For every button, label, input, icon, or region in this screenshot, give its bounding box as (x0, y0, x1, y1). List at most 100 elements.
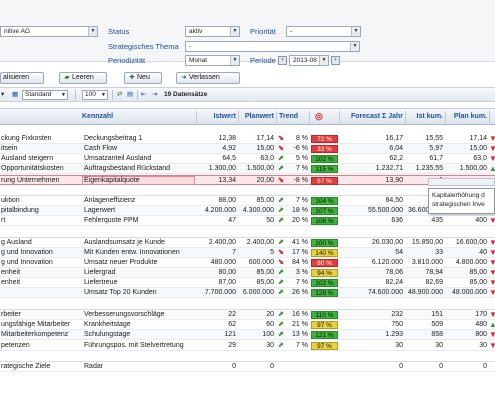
leeren-button[interactable]: ▰ Leeren (59, 72, 107, 84)
plan-kum-cell: 0 (483, 363, 487, 370)
periodizitaet-select[interactable]: Monat ▼ (185, 55, 240, 66)
last-page-icon[interactable]: ⇥ (152, 90, 157, 100)
trend-percent: 84 % (292, 259, 308, 266)
trend-up-icon: ⬈ (278, 239, 284, 246)
exit-icon: ➜ (181, 74, 187, 81)
goal-cell: itsein (1, 145, 18, 152)
table-row[interactable]: ungsfähige Mitarbeiter Krankheitstage 62 60… (0, 320, 495, 330)
status-badge: 115 % (311, 165, 338, 173)
col-planwert[interactable]: Planwert (238, 109, 274, 124)
dropdown-icon[interactable]: ▾ (1, 90, 4, 100)
tooltip: Kapitalerhöhung d strategischen Inve (428, 188, 495, 214)
trend-percent: 21 % (292, 321, 308, 328)
trend-percent: 7 % (295, 165, 308, 172)
table-row[interactable]: g Ausland Auslandsumsatz je Kunde 2.400,00… (0, 238, 495, 248)
kennzahl-cell: Auftragsbestand Rückstand (84, 165, 170, 172)
table-row[interactable]: petenzen Führungspos. mit Stelvertretung 2… (0, 341, 495, 351)
calendar-prev-icon[interactable]: ‹ (278, 56, 287, 65)
flag-down-icon: ▼ (489, 216, 495, 225)
ist-kum-cell: 78,94 (425, 269, 443, 276)
periode-value: 2013-08 (293, 57, 317, 64)
col-istwert[interactable]: Istwert (196, 109, 236, 124)
table-row[interactable]: pitalbindung Lagerwert 4.200.000 4.300.000 ⬈… (0, 206, 495, 216)
plan-kum-cell: 170 (475, 311, 487, 318)
record-count: 19 Datensätze (164, 91, 208, 98)
refresh-icon[interactable]: ⇄ (117, 90, 122, 100)
trend-cell: ⬈ 16 % (278, 310, 308, 319)
prioritaet-select[interactable]: - ▼ (286, 26, 361, 37)
forecast-cell: 62,2 (389, 155, 403, 162)
trend-up-icon: ⬈ (278, 289, 284, 296)
target-icon[interactable]: ◎ (315, 109, 331, 124)
ist-kum-cell: 858 (431, 331, 443, 338)
aktualisieren-button[interactable]: alisieren (0, 72, 44, 84)
periode-select[interactable]: 2013-08 ▼ (289, 55, 329, 66)
company-select[interactable]: nitive AG ▼ (0, 26, 98, 37)
kennzahl-cell: Liefertreue (84, 279, 118, 286)
status-select[interactable]: aktiv ▼ (185, 26, 240, 37)
kennzahl-cell: Eigenkapitalquote (84, 177, 140, 184)
trend-percent: -6 % (293, 145, 308, 152)
table-row[interactable]: ckung Fixkosten Deckungsbeitrag 1 12,38 17,… (0, 134, 495, 144)
trend-cell: ⬈ 13 % (278, 330, 308, 339)
plan-kum-cell: 85,00 (469, 269, 487, 276)
flag-down-icon: ▼ (489, 154, 495, 163)
flag-down-icon: ▼ (489, 288, 495, 297)
trend-percent: 7 % (295, 342, 308, 349)
flag-down-icon: ▼ (489, 341, 495, 350)
trend-percent: 13 % (292, 331, 308, 338)
forecast-cell: 74.600.000 (367, 289, 403, 296)
col-forecast[interactable]: Forecast Σ Jahr (340, 109, 403, 124)
neu-label: Neu (137, 74, 150, 81)
thema-select[interactable]: - ▼ (185, 41, 360, 52)
planwert-cell: 4.300.000 (242, 207, 274, 214)
group-separator (0, 300, 495, 310)
table-row[interactable]: rt Fehlerquote PPM 47 50 ⬈ 20 % 106 % 636 435 400… (0, 216, 495, 226)
planwert-cell: 60 (266, 321, 274, 328)
col-trend[interactable]: Trend (279, 109, 307, 124)
table-row[interactable]: rategische Ziele Radar 0 0 0 0 0 (0, 362, 495, 372)
status-badge: 102 % (311, 279, 338, 287)
thema-label: Strategisches Thema (108, 42, 179, 51)
kennzahl-cell: Auslandsumsatz je Kunde (84, 239, 165, 246)
chevron-down-icon: ▼ (319, 56, 328, 65)
flag-down-icon: ▼ (489, 310, 495, 319)
forecast-cell: 1.232,71 (375, 165, 403, 172)
neu-button[interactable]: ✚ Neu (124, 72, 162, 84)
table-row[interactable]: enheit Liefertreue 87,00 85,00 ⬈ 7 % 102 % 82,2… (0, 278, 495, 288)
flag-down-icon: ▼ (489, 278, 495, 287)
table-row[interactable]: rung Unternehmen Eigenkapitalquote 13,34 20… (0, 175, 495, 185)
table-row[interactable]: Mitarbeiterkompetenz Schulungstage 121 100 ⬈… (0, 330, 495, 340)
table-row[interactable]: itsein Cash Flow 4,92 15,00 ⬊ -6 % 33 % 6,04 5,9… (0, 144, 495, 154)
goal-cell: rung Unternehmen (1, 177, 60, 184)
ist-kum-cell: 0 (439, 363, 443, 370)
page-size-select[interactable]: 100 ▼ (82, 90, 108, 100)
table-row[interactable]: rbeiter Verbesserungsvorschläge 22 20 ⬈ 16 % 1… (0, 310, 495, 320)
view-select[interactable]: Standard ▼ (22, 90, 68, 100)
export-icon[interactable]: ▤ (127, 90, 133, 100)
table-row[interactable]: uktion Anlageneffizienz 88,00 85,00 ⬈ 7 % 104 … (0, 196, 495, 206)
view-icon: ▦ (12, 91, 19, 98)
col-plan-kum[interactable]: Plan kum. (445, 109, 487, 124)
trend-up-icon: ⬈ (278, 331, 284, 338)
table-row[interactable]: enheit Liefergrad 80,00 85,00 ⬈ 3 % 94 % 78,06 7… (0, 268, 495, 278)
flag-down-icon: ▼ (489, 330, 495, 339)
table-row[interactable]: Opportunitätskosten Auftragsbestand Rücks… (0, 164, 495, 174)
first-page-icon[interactable]: ⇤ (141, 90, 146, 100)
filter-panel: nitive AG ▼ Status aktiv ▼ Priorität - ▼… (0, 0, 495, 66)
calendar-next-icon[interactable]: › (331, 56, 340, 65)
table-row[interactable]: g und Innovation Umsatz neuer Produkte 480… (0, 258, 495, 268)
planwert-cell: 15,00 (256, 145, 274, 152)
kennzahl-cell: Krankheitstage (84, 321, 131, 328)
table-row[interactable]: Umsatz Top 20 Kunden 7.700.000 6.000.000 ⬈ 2… (0, 288, 495, 298)
col-kennzahl[interactable]: Kennzahl (82, 109, 152, 124)
trend-down-icon: ⬊ (278, 177, 284, 184)
table-row[interactable]: Ausland steigern Umsatzanteil Ausland 64,5… (0, 154, 495, 164)
col-ist-kum[interactable]: Ist kum. (405, 109, 443, 124)
kennzahl-cell: Lagerwert (84, 207, 116, 214)
table-row[interactable]: g und Innovation Mit Kunden entw. Innovat… (0, 248, 495, 258)
istwert-cell: 7.700.000 (204, 289, 236, 296)
chevron-down-icon: ▼ (350, 42, 359, 51)
verlassen-button[interactable]: ➜ Verlassen (176, 72, 240, 84)
goal-cell: Opportunitätskosten (1, 165, 64, 172)
